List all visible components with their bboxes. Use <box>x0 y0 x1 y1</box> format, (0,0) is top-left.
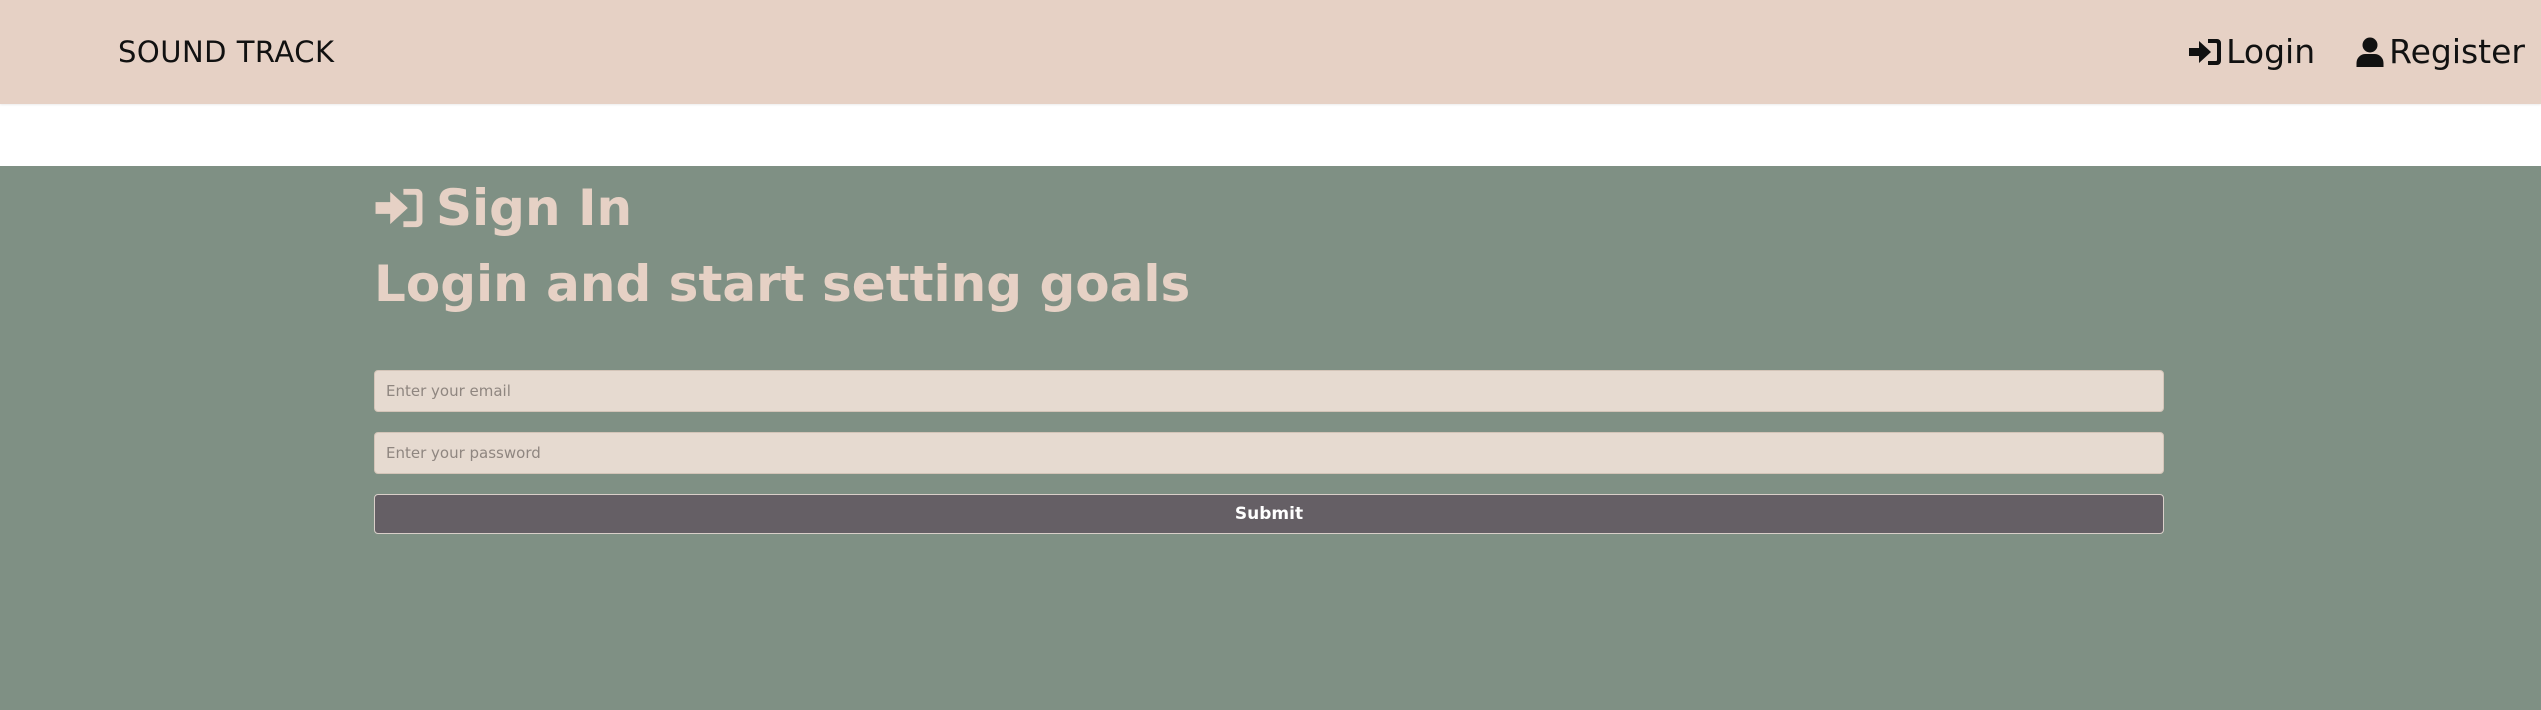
user-icon <box>2356 37 2384 67</box>
nav-register-label: Register <box>2389 32 2525 71</box>
nav-login-link[interactable]: Login <box>2188 30 2315 74</box>
sign-in-section: Sign In Login and start setting goals Su… <box>0 166 2541 710</box>
password-field[interactable] <box>374 432 2164 474</box>
email-field[interactable] <box>374 370 2164 412</box>
submit-button[interactable]: Submit <box>374 494 2164 534</box>
sign-in-icon <box>375 188 423 228</box>
page-title: Sign In <box>374 174 632 242</box>
top-nav-bar: SOUND TRACK Login Register <box>0 0 2541 104</box>
nav-login-label: Login <box>2226 32 2316 71</box>
header-nav: Login Register <box>2188 30 2525 74</box>
nav-register-link[interactable]: Register <box>2355 30 2525 74</box>
page-title-text: Sign In <box>436 179 633 237</box>
brand-logo[interactable]: SOUND TRACK <box>118 32 335 72</box>
page-subtitle: Login and start setting goals <box>374 255 1191 313</box>
sign-in-icon <box>2189 39 2222 65</box>
